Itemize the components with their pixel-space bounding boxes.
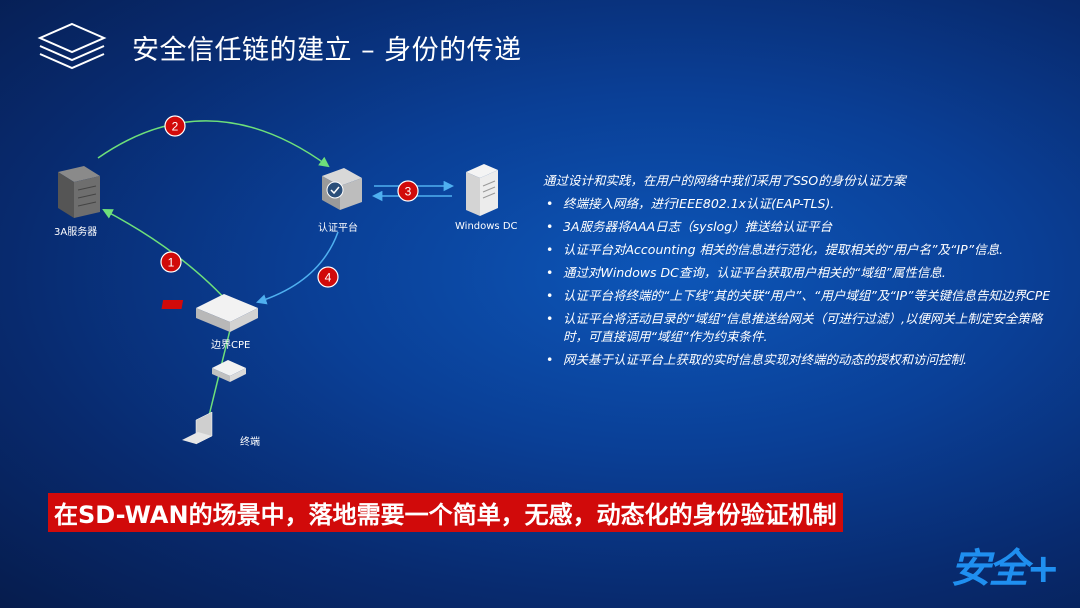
windows-dc-server-icon [466,164,498,216]
network-diagram: 2 3 1 4 [58,115,498,445]
flow-arrow-2 [97,120,330,168]
laptop-icon [182,411,213,445]
aaa-server-label: 3A服务器 [54,227,98,238]
intro-text: 通过设计和实践，在用户的网络中我们采用了SSO的身份认证方案 [543,173,906,188]
bullet-item: 终端接入网络，进行IEEE802.1x认证(EAP-TLS). [543,195,1063,213]
svg-text:1: 1 [168,256,175,270]
step-badge-3: 3 [397,180,419,202]
bullet-item: 3A服务器将AAA日志（syslog）推送给认证平台 [543,218,1063,236]
description-list: 通过设计和实践，在用户的网络中我们采用了SSO的身份认证方案 终端接入网络，进行… [543,172,1063,374]
bullet-item: 认证平台对Accounting 相关的信息进行范化，提取相关的“用户名”及“IP… [543,241,1063,259]
step-badge-4: 4 [317,266,339,288]
bullet-item: 通过对Windows DC查询，认证平台获取用户相关的“域组”属性信息. [543,264,1063,282]
svg-text:4: 4 [325,271,332,285]
edge-cpe-firewall-icon [161,294,258,332]
bullet-item: 认证平台将终端的“上下线”其的关联“用户”、“用户域组”及“IP”等关键信息告知… [543,287,1063,305]
switch-icon [212,360,246,382]
step-badge-1: 1 [160,251,182,273]
edge-cpe-label: 边界CPE [211,340,251,351]
step-badge-2: 2 [164,115,186,137]
terminal-label: 终端 [240,437,260,448]
brand-logo: 安全+ [950,546,1060,592]
auth-platform-icon [322,168,362,210]
bullet-item: 网关基于认证平台上获取的实时信息实现对终端的动态的授权和访问控制. [543,351,1063,369]
svg-text:2: 2 [172,120,179,134]
slogan-banner: 在SD-WAN的场景中，落地需要一个简单，无感，动态化的身份验证机制 [48,493,843,532]
server-icon [58,166,100,218]
bullet-item: 认证平台将活动目录的“域组”信息推送给网关（可进行过滤）,以便网关上制定安全策略… [543,310,1063,346]
auth-platform-label: 认证平台 [318,223,358,234]
svg-text:3: 3 [405,185,412,199]
windows-dc-label: Windows DC [455,221,518,232]
